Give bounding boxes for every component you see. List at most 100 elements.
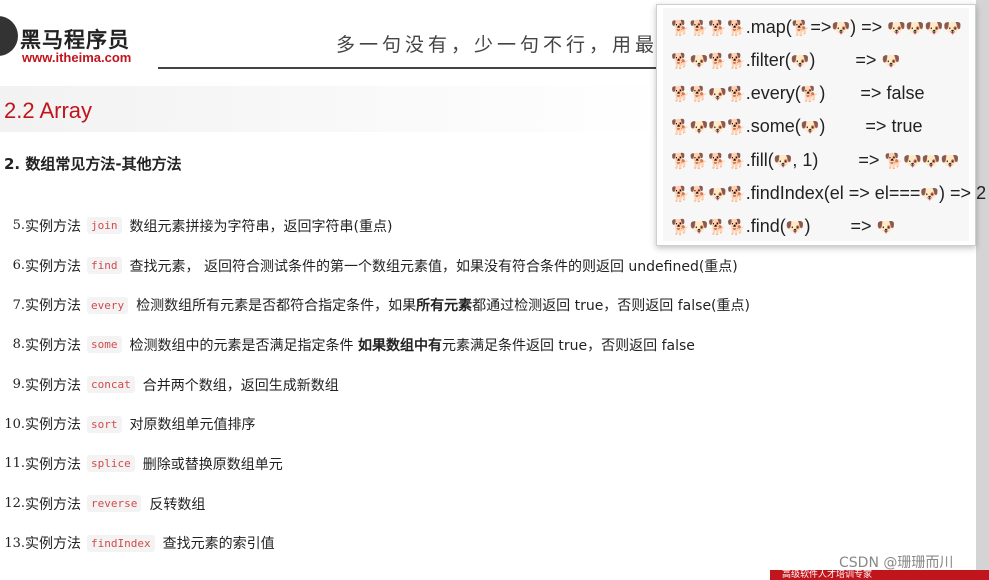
code-text: ) => true <box>819 116 923 136</box>
item-lead: 实例方法 <box>25 298 81 315</box>
desc-text: 元素满足条件返回 true，否则返回 false <box>441 337 695 354</box>
list-item: 5. 实例方法 join 数组元素拼接为字符串，返回字符串(重点) <box>0 206 750 246</box>
popup-line-map: 🐕🐕🐕🐕.map(🐕=>🐶) => 🐶🐶🐶🐶 <box>671 17 962 38</box>
item-number: 7. <box>12 297 25 313</box>
item-number: 8. <box>12 337 25 353</box>
method-code: sort <box>87 415 122 433</box>
code-text: .findIndex(el => el=== <box>745 183 921 203</box>
item-lead: 实例方法 <box>25 337 81 354</box>
item-number: 10. <box>4 416 25 432</box>
popup-line-find: 🐕🐶🐕🐕.find(🐶) => 🐶 <box>671 216 895 237</box>
list-item: 7. 实例方法 every 检测数组所有元素是否都符合指定条件，如果所有元素都通… <box>0 285 750 325</box>
code-text: .some( <box>745 116 801 136</box>
code-text: => <box>810 17 832 37</box>
desc-text: 检测数组中的元素是否满足指定条件 <box>129 337 358 354</box>
method-code: splice <box>87 455 135 473</box>
popup-line-fill: 🐕🐕🐕🐕.fill(🐶, 1) => 🐕🐶🐶🐶 <box>671 150 959 171</box>
code-text: ) => <box>850 17 888 37</box>
method-desc: 删除或替换原数组单元 <box>142 456 283 473</box>
dog-icon: 🐕🐶🐕🐕 <box>671 218 746 236</box>
desc-text: 检测数组所有元素是否都符合指定条件，如果 <box>136 298 417 315</box>
list-item: 9. 实例方法 concat 合并两个数组，返回生成新数组 <box>0 365 750 405</box>
puppy-icon: 🐶🐶🐶🐶 <box>887 19 962 37</box>
title-band <box>0 86 670 132</box>
method-code: join <box>87 217 122 235</box>
puppy-icon: 🐶 <box>831 19 851 37</box>
method-desc: 检测数组中的元素是否满足指定条件 如果数组中有元素满足条件返回 true，否则返… <box>130 335 695 355</box>
method-desc: 查找元素， 返回符合测试条件的第一个数组元素值，如果没有符合条件的则返回 und… <box>129 258 738 275</box>
code-text: .fill( <box>745 150 774 170</box>
header-divider <box>158 67 668 69</box>
desc-emphasis: 如果数组中有 <box>357 337 442 354</box>
array-methods-popup: 🐕🐕🐕🐕.map(🐕=>🐶) => 🐶🐶🐶🐶 🐕🐶🐕🐕.filter(🐶) =>… <box>656 4 986 246</box>
dog-icon: 🐕🐶🐶🐕 <box>671 118 746 136</box>
code-text: , 1) => <box>792 150 885 170</box>
popup-line-some: 🐕🐶🐶🐕.some(🐶) => true <box>671 116 922 137</box>
code-text: ) => 2 <box>939 183 987 203</box>
popup-line-every: 🐕🐕🐶🐕.every(🐕) => false <box>671 83 924 104</box>
item-lead: 实例方法 <box>25 536 81 553</box>
method-code: some <box>87 336 122 354</box>
item-lead: 实例方法 <box>25 258 81 275</box>
puppy-icon: 🐶 <box>876 218 896 236</box>
item-number: 11. <box>4 456 25 472</box>
code-text: .every( <box>745 83 801 103</box>
puppy-icon: 🐶 <box>920 185 940 203</box>
logo-url: www.itheima.com <box>22 50 132 65</box>
popup-line-filter: 🐕🐶🐕🐕.filter(🐶) => 🐶 <box>671 50 900 71</box>
watermark: CSDN @珊珊而川 <box>839 555 954 571</box>
puppy-icon: 🐶 <box>881 52 901 70</box>
list-item: 8. 实例方法 some 检测数组中的元素是否满足指定条件 如果数组中有元素满足… <box>0 325 750 365</box>
list-item: 12. 实例方法 reverse 反转数组 <box>0 484 750 524</box>
method-code: reverse <box>87 495 142 513</box>
item-number: 5. <box>12 218 25 234</box>
code-text: .filter( <box>745 50 791 70</box>
puppy-icon: 🐶 <box>785 218 805 236</box>
puppy-icon: 🐶 <box>790 52 810 70</box>
item-number: 13. <box>4 535 25 551</box>
dog-icon: 🐕🐕🐶🐕 <box>671 185 746 203</box>
item-lead: 实例方法 <box>25 417 81 434</box>
footer-banner: 高级软件人才培训专家 <box>770 570 989 580</box>
method-desc: 数组元素拼接为字符串，返回字符串(重点) <box>129 218 393 235</box>
slogan: 多一句没有，少一句不行，用最 <box>336 34 659 56</box>
item-number: 12. <box>4 496 25 512</box>
method-code: every <box>87 296 129 314</box>
list-item: 10. 实例方法 sort 对原数组单元值排序 <box>0 404 750 444</box>
list-item: 6. 实例方法 find 查找元素， 返回符合测试条件的第一个数组元素值，如果没… <box>0 246 750 286</box>
dog-icon: 🐕🐕🐕🐕 <box>671 152 746 170</box>
method-desc: 检测数组所有元素是否都符合指定条件，如果所有元素都通过检测返回 true，否则返… <box>136 295 750 315</box>
method-code: findIndex <box>87 534 155 552</box>
item-lead: 实例方法 <box>25 496 81 513</box>
method-list: 5. 实例方法 join 数组元素拼接为字符串，返回字符串(重点) 6. 实例方… <box>0 206 750 563</box>
item-lead: 实例方法 <box>25 456 81 473</box>
item-lead: 实例方法 <box>25 218 81 235</box>
list-item: 11. 实例方法 splice 删除或替换原数组单元 <box>0 444 750 484</box>
code-text: .find( <box>745 216 786 236</box>
dog-icon: 🐕🐶🐶🐶 <box>884 152 960 170</box>
item-number: 6. <box>12 258 25 274</box>
method-code: find <box>87 257 122 275</box>
dog-icon: 🐕🐕🐕🐕 <box>671 19 746 37</box>
desc-text: 都通过检测返回 true，否则返回 false(重点) <box>472 298 750 315</box>
dog-icon: 🐕 <box>791 19 811 37</box>
method-code: concat <box>87 376 135 394</box>
list-item: 13. 实例方法 findIndex 查找元素的索引值 <box>0 524 750 564</box>
method-desc: 对原数组单元值排序 <box>129 417 256 434</box>
method-desc: 反转数组 <box>149 496 206 513</box>
code-text: ) => <box>809 50 882 70</box>
dog-icon: 🐕🐶🐕🐕 <box>671 52 746 70</box>
dog-icon: 🐕 <box>800 85 820 103</box>
method-desc: 查找元素的索引值 <box>162 536 275 553</box>
puppy-icon: 🐶 <box>773 152 793 170</box>
popup-line-findindex: 🐕🐕🐶🐕.findIndex(el => el===🐶) => 2 <box>671 183 986 204</box>
item-number: 9. <box>12 377 25 393</box>
puppy-icon: 🐶 <box>800 118 820 136</box>
code-text: ) => false <box>819 83 925 103</box>
window-edge <box>976 0 989 580</box>
dog-icon: 🐕🐕🐶🐕 <box>671 85 746 103</box>
method-desc: 合并两个数组，返回生成新数组 <box>142 377 339 394</box>
subsection-title: 2. 数组常见方法-其他方法 <box>4 155 182 173</box>
desc-emphasis: 所有元素 <box>416 298 473 315</box>
code-text: ) => <box>804 216 877 236</box>
